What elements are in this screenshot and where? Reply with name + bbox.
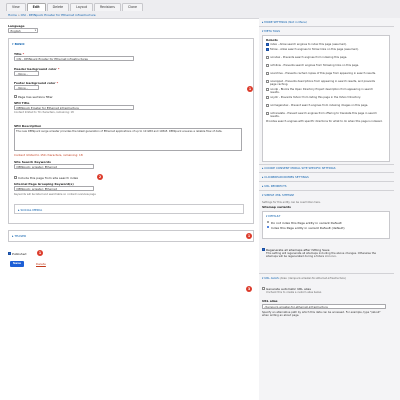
seo-desc-textarea[interactable]: The new DEINpuck surge arrester provides… xyxy=(14,128,242,151)
robots-noimageindex-checkbox[interactable] xyxy=(266,104,269,107)
tab-delete[interactable]: Delete xyxy=(46,3,70,11)
tab-bar: View Edit Delete Layout Revisions Clone xyxy=(6,3,144,11)
marker-3: 3 xyxy=(246,286,252,292)
robots-notranslate-label: notranslate - Prevent search engines fro… xyxy=(270,111,377,118)
generate-alias-checkbox[interactable] xyxy=(262,287,265,290)
divider xyxy=(259,273,394,274)
robots-noarchive-checkbox[interactable] xyxy=(266,72,269,75)
robots-nofollow-checkbox[interactable] xyxy=(266,64,269,67)
seo-title-input[interactable]: DEINpuck Eroeter for Ethernet infrastruc… xyxy=(14,105,134,110)
seo-desc-help: Content limited to 150 characters, remai… xyxy=(14,153,83,157)
robots-label: Robots xyxy=(266,38,278,42)
internal-input[interactable]: DEINpuck; arrester; Ethernet xyxy=(14,186,94,191)
published-checkbox[interactable] xyxy=(8,252,11,255)
robots-notranslate-checkbox[interactable] xyxy=(266,112,269,115)
default-toggle[interactable]: ▾ DEFAULT xyxy=(266,214,280,218)
clickbreadcrumbs-toggle[interactable]: ▸ CLICKBREADCRUMBS SETTINGS xyxy=(262,175,309,179)
marker-2: 2 xyxy=(97,173,103,180)
generate-alias-label: Generate automatic URL alias xyxy=(266,286,311,291)
header-bg-select[interactable]: - None - xyxy=(14,71,39,76)
social-media-toggle[interactable]: ▸ SOCIAL MEDIA xyxy=(18,208,42,212)
tab-view[interactable]: View xyxy=(6,3,26,11)
robots-noodp-checkbox[interactable] xyxy=(266,88,269,91)
more-settings-toggle[interactable]: ▸ MORE SETTINGS (Not in Menu) xyxy=(262,20,307,24)
robots-follow-label: follow - Allow search engines to follow … xyxy=(270,47,359,51)
robots-nosnippet-label: nosnippet - Prevents descriptions from a… xyxy=(270,79,376,86)
robots-follow-checkbox[interactable] xyxy=(266,48,269,51)
top-bar: View Edit Delete Layout Revisions Clone … xyxy=(0,0,400,19)
robots-noydir-label: noydir - Prevents Yahoo! from listing th… xyxy=(270,95,361,99)
robots-noindex-checkbox[interactable] xyxy=(266,56,269,59)
robots-noindex-label: noindex - Prevents search engines from i… xyxy=(270,55,348,59)
divider xyxy=(259,190,394,191)
url-alias-label: URL alias xyxy=(262,299,278,303)
regenerate-label: Regenerate all sitemaps after hitting Sa… xyxy=(266,247,330,252)
xml-help: Settings for this entity can be overridd… xyxy=(262,201,321,204)
robots-noarchive-label: noarchive - Prevents cached copies of th… xyxy=(270,71,376,75)
tab-clone[interactable]: Clone xyxy=(121,3,144,11)
sections-checkbox[interactable] xyxy=(14,95,17,98)
include-index-checkbox[interactable] xyxy=(14,176,17,179)
divider xyxy=(259,26,394,27)
divider xyxy=(259,164,394,165)
url-alias-toggle[interactable]: ▾ URL ALIAS (Alias: /deinpuck-arrester-f… xyxy=(262,276,346,280)
robots-help: Provides search engines with specific di… xyxy=(266,120,383,123)
index-this-label: Index this Page entity in variant Defaul… xyxy=(271,225,345,230)
robots-noimageindex-label: noimageindex - Prevent search engines fr… xyxy=(270,103,369,107)
regenerate-checkbox[interactable] xyxy=(262,248,265,251)
regenerate-help: This setting will regenerate all sitemap… xyxy=(266,252,376,258)
language-select[interactable]: English ▾ xyxy=(8,28,38,33)
tab-layout[interactable]: Layout xyxy=(70,3,93,11)
do-not-index-label: Do not index this Page entity in variant… xyxy=(271,220,342,225)
meta-tags-toggle[interactable]: ▾ META TAGS xyxy=(262,29,280,33)
robots-nosnippet-checkbox[interactable] xyxy=(266,80,269,83)
url-alias-input[interactable]: /deinpuck-arrester-for-ethernet-infrastr… xyxy=(262,304,386,309)
alias-desc: Specify an alternative path by which thi… xyxy=(262,311,381,317)
seo-title-help: Content limited to 70 characters, remain… xyxy=(14,111,74,114)
include-index-label: Include this page from site search index xyxy=(18,175,79,180)
robots-noodp-label: noodp - Blocks the Open Directory Projec… xyxy=(270,87,374,94)
internal-help: Keywords will be listed and searchable o… xyxy=(14,193,96,196)
breadcrumb: Home » OSI - DEINpuck Eroeter for Ethern… xyxy=(8,13,96,17)
marker-1-teaser: 1 xyxy=(246,233,252,239)
url-redirects-toggle[interactable]: ▸ URL REDIRECTS xyxy=(262,184,287,188)
cookie-toggle[interactable]: ▸ COOKIE CONSENT MODAL SITE SPECIFIC SET… xyxy=(262,166,336,170)
published-label: Published xyxy=(12,251,27,256)
simple-xml-toggle[interactable]: ▾ SIMPLE XML SITEMAP xyxy=(262,193,294,197)
delete-link[interactable]: Delete xyxy=(36,262,46,266)
divider xyxy=(259,181,394,182)
marker-1-main: 1 xyxy=(247,86,253,92)
teaser-panel xyxy=(8,230,254,242)
basic-title: BASIC xyxy=(14,42,25,46)
breadcrumb-home[interactable]: Home xyxy=(8,13,17,17)
teaser-toggle[interactable]: ▸ TEASER xyxy=(12,234,26,238)
social-media-panel xyxy=(14,204,244,214)
robots-panel xyxy=(262,35,390,162)
chevron-down-icon: ▾ xyxy=(34,29,36,32)
tab-edit[interactable]: Edit xyxy=(26,3,46,11)
basic-toggle[interactable]: ▾ BASIC xyxy=(12,42,25,46)
divider xyxy=(259,172,394,173)
sitemap-variants-label: Sitemap variants xyxy=(262,205,291,209)
sections-label: Page has sections filter xyxy=(18,94,53,99)
robots-index-checkbox[interactable] xyxy=(266,43,269,46)
alias-help: Uncheck this to create a custom alias be… xyxy=(266,291,322,294)
breadcrumb-current[interactable]: OSI - DEINpuck Eroeter for Ethernet infr… xyxy=(21,13,96,17)
title-input[interactable]: OSI - DEINpuck Eroeter for Ethernet infr… xyxy=(14,56,134,61)
robots-nofollow-label: nofollow - Prevents search engines from … xyxy=(270,63,360,67)
robots-index-label: index - Allow search engines to index th… xyxy=(270,42,347,46)
marker-1-published: 1 xyxy=(37,249,43,256)
save-button[interactable]: Save xyxy=(10,261,24,267)
language-value: English xyxy=(10,29,21,33)
tab-revisions[interactable]: Revisions xyxy=(93,3,121,11)
keywords-input[interactable]: DEINpuck; arrester; Ethernet xyxy=(14,164,94,169)
footer-bg-select[interactable]: - None - xyxy=(14,85,39,90)
robots-noydir-checkbox[interactable] xyxy=(266,96,269,99)
